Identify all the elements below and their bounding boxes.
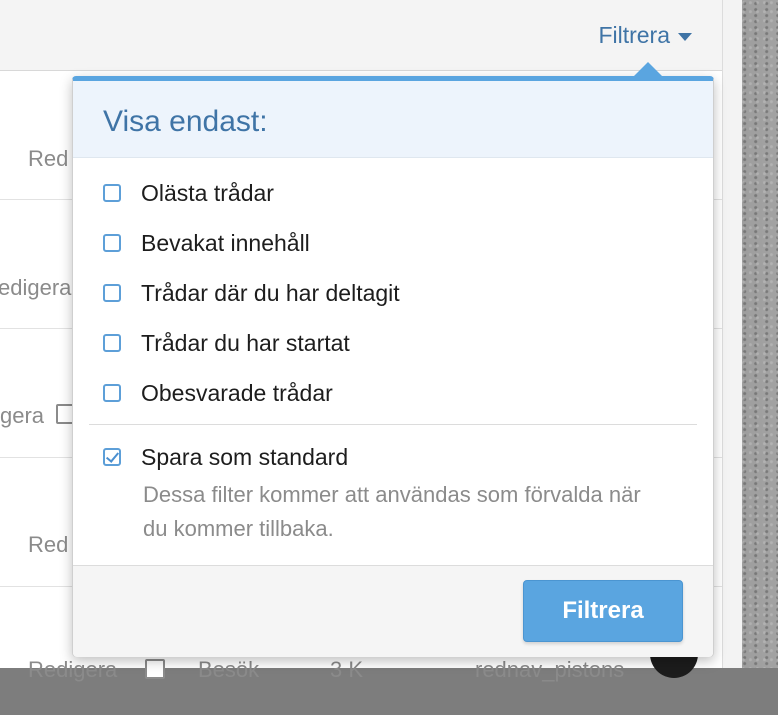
- option-label: Obesvarade trådar: [141, 379, 333, 406]
- filter-menu-title: Visa endast:: [103, 105, 268, 138]
- checkbox-unanswered[interactable]: [103, 384, 121, 402]
- option-label: Olästa trådar: [141, 179, 274, 206]
- views-count: 3 K: [330, 657, 364, 682]
- filter-menu-footer: Filtrera: [73, 565, 713, 657]
- edit-link[interactable]: Red: [28, 146, 68, 172]
- page-edge: [722, 0, 742, 668]
- option-label: Spara som standard: [141, 443, 349, 470]
- filter-submit-button[interactable]: Filtrera: [523, 580, 683, 642]
- save-default-option[interactable]: Spara som standard: [103, 442, 348, 472]
- filter-menu-header: Visa endast:: [73, 81, 713, 158]
- edit-link[interactable]: Redigera: [28, 657, 117, 683]
- edit-link[interactable]: edigera: [0, 275, 71, 301]
- menu-divider: [89, 424, 697, 425]
- filter-option-unread[interactable]: Olästa trådar: [103, 178, 274, 208]
- row-select-checkbox[interactable]: [145, 659, 165, 679]
- filter-toggle-button[interactable]: Filtrera: [598, 22, 692, 49]
- edit-link[interactable]: Red: [28, 532, 68, 558]
- option-label: Bevakat innehåll: [141, 229, 310, 256]
- filter-option-watched[interactable]: Bevakat innehåll: [103, 228, 310, 258]
- last-poster-name[interactable]: rednav_pistons: [475, 657, 624, 683]
- checkbox-save-default[interactable]: [103, 448, 121, 466]
- edit-link[interactable]: gera: [0, 403, 44, 429]
- filter-option-participated[interactable]: Trådar där du har deltagit: [103, 278, 400, 308]
- filter-menu: Visa endast: Olästa trådar Bevakat inneh…: [72, 62, 714, 657]
- option-label: Trådar du har startat: [141, 329, 350, 356]
- save-default-hint: Dessa filter kommer att användas som för…: [143, 482, 641, 541]
- caret-down-icon: [678, 32, 692, 41]
- checkbox-started[interactable]: [103, 334, 121, 352]
- checkbox-watched[interactable]: [103, 234, 121, 252]
- option-label: Trådar där du har deltagit: [141, 279, 400, 306]
- menu-pointer-arrow: [633, 62, 663, 77]
- filter-bar: Filtrera: [0, 0, 722, 71]
- filter-toggle-label: Filtrera: [598, 22, 670, 48]
- checkbox-unread[interactable]: [103, 184, 121, 202]
- views-label: Besök: [198, 657, 260, 682]
- checkbox-participated[interactable]: [103, 284, 121, 302]
- filter-option-unanswered[interactable]: Obesvarade trådar: [103, 378, 333, 408]
- filter-option-started[interactable]: Trådar du har startat: [103, 328, 350, 358]
